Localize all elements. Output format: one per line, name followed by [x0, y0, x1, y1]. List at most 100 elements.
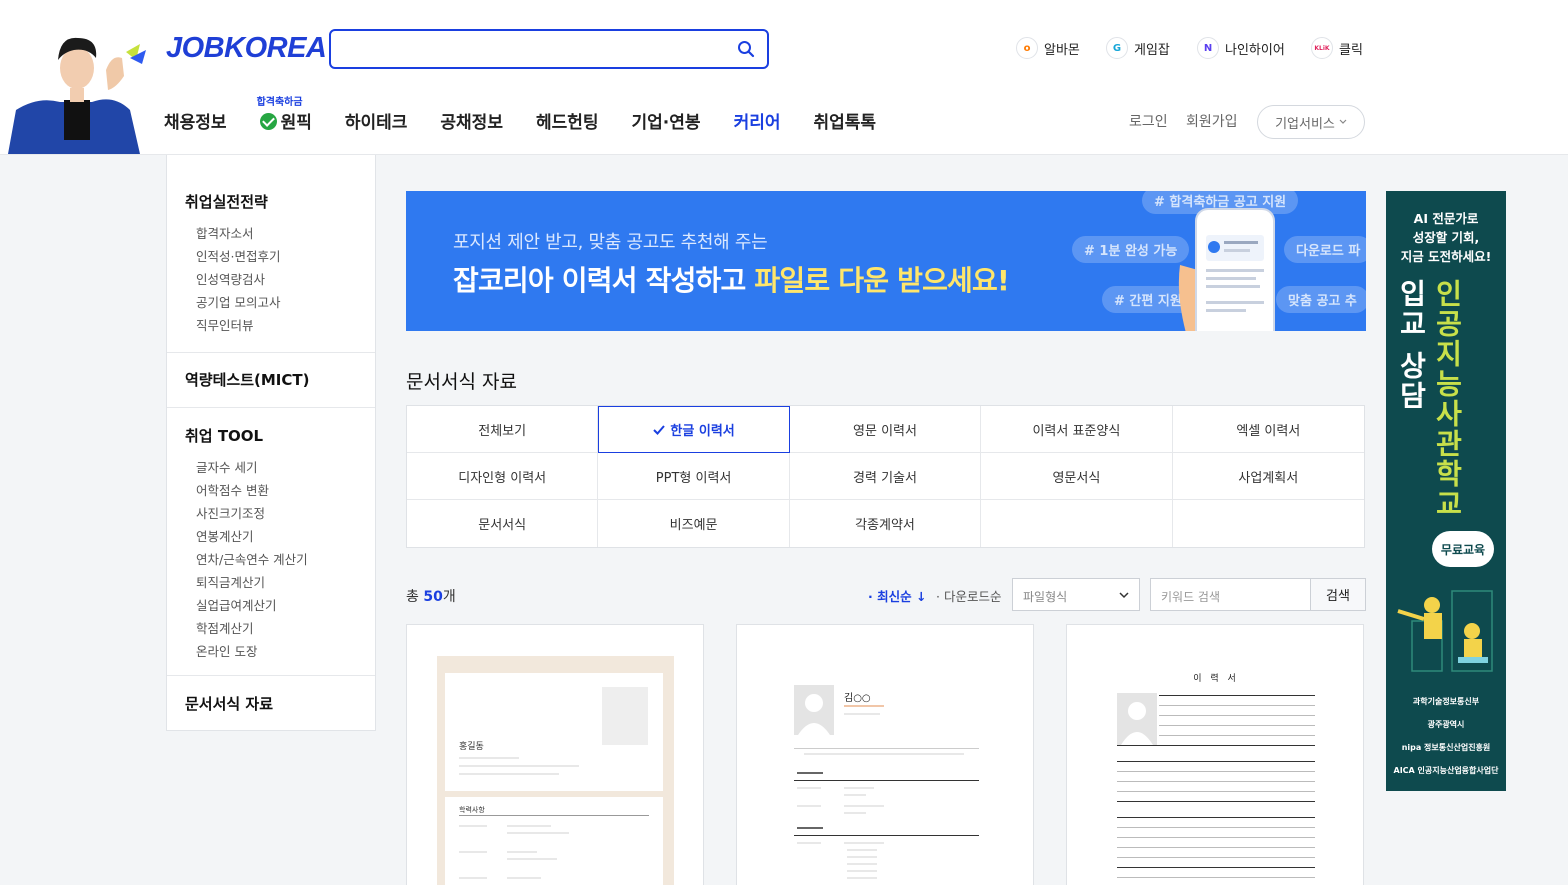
photo-placeholder [1117, 693, 1157, 745]
site-header: JOBKOREA o 알바몬 G 게임잡 N 나인하이어 KLiK 클릭 채용정… [0, 0, 1568, 155]
category-doc-forms[interactable]: 문서서식 [407, 500, 599, 547]
nav-item-company-salary[interactable]: 기업·연봉 [632, 108, 701, 133]
nav-item-public-recruit[interactable]: 공채정보 [440, 108, 503, 133]
sidebar-link[interactable]: 글자수 세기 [185, 456, 375, 479]
sidebar-link[interactable]: 사진크기조정 [185, 502, 375, 525]
template-name: 홍길동 [459, 742, 484, 752]
nav-item-career[interactable]: 커리어 [734, 108, 781, 133]
ad-headline: AI 전문가로 성장할 기회, 지금 도전하세요! [1400, 211, 1492, 264]
keyword-input[interactable]: 키워드 검색 [1150, 578, 1311, 611]
photo-placeholder [602, 687, 648, 745]
banner-subtitle: 포지션 제안 받고, 맞춤 공고도 추천해 주는 [453, 232, 768, 253]
family-site-ninehire[interactable]: N 나인하이어 [1197, 37, 1285, 59]
template-name: 이 력 서 [1193, 674, 1239, 684]
ad-org-msit: 과학기술정보통신부 [1412, 697, 1480, 706]
banner-title: 잡코리아 이력서 작성하고 파일로 다운 받으세요! [453, 264, 1010, 297]
photo-placeholder [794, 685, 834, 735]
family-site-klik[interactable]: KLiK 클릭 [1311, 37, 1363, 59]
sidebar-link[interactable]: 공기업 모의고사 [185, 291, 375, 314]
ad-org-aica: AICA 인공지능산업융합사업단 [1393, 766, 1499, 775]
banner-hashtag: 다운로드 파 [1284, 236, 1366, 263]
arrow-down-icon: ↓ [915, 589, 927, 604]
sidebar-link[interactable]: 합격자소서 [185, 222, 375, 245]
signup-link[interactable]: 회원가입 [1186, 111, 1238, 131]
klik-icon: KLiK [1311, 37, 1333, 59]
ad-vertical-title: 인공지능사관학교 [1431, 279, 1464, 519]
sidebar-link[interactable]: 학점계산기 [185, 617, 375, 640]
keyword-search-button[interactable]: 검색 [1310, 578, 1366, 611]
category-business-plan[interactable]: 사업계획서 [1172, 453, 1364, 500]
page-title: 문서서식 자료 [406, 371, 517, 393]
category-standard-resume[interactable]: 이력서 표준양식 [981, 406, 1173, 453]
login-link[interactable]: 로그인 [1129, 111, 1168, 131]
category-biz-examples[interactable]: 비즈예문 [598, 500, 790, 547]
ad-illustration [1397, 590, 1493, 672]
ad-vertical-subtitle: 입교 상담 [1395, 279, 1428, 411]
resume-banner[interactable]: 포지션 제안 받고, 맞춤 공고도 추천해 주는 잡코리아 이력서 작성하고 파… [406, 191, 1366, 331]
sidebar-link[interactable]: 온라인 도장 [185, 640, 375, 663]
template-card[interactable]: 홍길동 학력사항 [406, 624, 704, 885]
sidebar-section-tools: 취업 TOOL 글자수 세기 어학점수 변환 사진크기조정 연봉계산기 연차/근… [167, 408, 375, 676]
sidebar-section-strategy: 취업실전전략 합격자소서 인적성·면접후기 인성역량검사 공기업 모의고사 직무… [167, 155, 375, 353]
file-type-select[interactable]: 파일형식 [1012, 578, 1140, 611]
category-english-resume[interactable]: 영문 이력서 [789, 406, 982, 453]
sidebar-link[interactable]: 실업급여계산기 [185, 594, 375, 617]
sidebar-link[interactable]: 연차/근속연수 계산기 [185, 548, 375, 571]
sidebar-section-title[interactable]: 문서서식 자료 [185, 693, 375, 714]
nav-item-onepick[interactable]: 합격축하금 원픽 [257, 97, 312, 133]
family-site-albamon[interactable]: o 알바몬 [1016, 37, 1080, 59]
sidebar-section-title[interactable]: 취업 TOOL [185, 425, 375, 446]
nav-item-talk[interactable]: 취업톡톡 [813, 108, 876, 133]
main-nav: 채용정보 합격축하금 원픽 하이테크 공채정보 헤드헌팅 기업·연봉 커리어 취… [164, 97, 909, 133]
category-ppt-resume[interactable]: PPT형 이력서 [598, 453, 790, 500]
template-preview-body: 학력사항 [445, 797, 663, 885]
template-card[interactable]: 이 력 서 [1066, 624, 1364, 885]
sidebar-section-title[interactable]: 역량테스트(MICT) [185, 369, 375, 390]
sidebar: 취업실전전략 합격자소서 인적성·면접후기 인성역량검사 공기업 모의고사 직무… [166, 155, 376, 731]
sidebar-link[interactable]: 퇴직금계산기 [185, 571, 375, 594]
category-career-statement[interactable]: 경력 기술서 [789, 453, 982, 500]
nav-item-jobs[interactable]: 채용정보 [164, 108, 227, 133]
sidebar-link[interactable]: 인적성·면접후기 [185, 245, 375, 268]
chevron-down-icon [1119, 592, 1129, 599]
sidebar-section-documents: 문서서식 자료 [167, 676, 375, 714]
ai-academy-ad[interactable]: AI 전문가로 성장할 기회, 지금 도전하세요! 인공지능사관학교 입교 상담… [1386, 191, 1506, 791]
template-name: 김○○ [844, 693, 871, 704]
category-empty [1172, 500, 1364, 547]
category-excel-resume[interactable]: 엑셀 이력서 [1172, 406, 1364, 453]
nav-item-headhunting[interactable]: 헤드헌팅 [536, 108, 599, 133]
sort-latest[interactable]: · 최신순 ↓ [868, 586, 926, 605]
nav-item-hightech[interactable]: 하이테크 [345, 108, 408, 133]
check-icon [653, 424, 666, 435]
sidebar-link[interactable]: 직무인터뷰 [185, 314, 375, 337]
ninehire-icon: N [1197, 37, 1219, 59]
category-grid: 전체보기 한글 이력서 영문 이력서 이력서 표준양식 엑셀 이력서 디자인형 … [406, 405, 1365, 548]
sort-download[interactable]: · 다운로드순 [936, 586, 1001, 605]
category-design-resume[interactable]: 디자인형 이력서 [407, 453, 599, 500]
family-site-gamejob[interactable]: G 게임잡 [1106, 37, 1170, 59]
category-empty [981, 500, 1173, 547]
ad-free-badge: 무료교육 [1432, 531, 1494, 567]
phone-illustration [1178, 208, 1275, 331]
ad-org-gwangju: 광주광역시 [1427, 720, 1465, 729]
albamon-icon: o [1016, 37, 1038, 59]
category-english-docs[interactable]: 영문서식 [981, 453, 1173, 500]
mascot-image [8, 30, 158, 154]
corp-service-button[interactable]: 기업서비스 [1257, 105, 1365, 139]
template-card[interactable]: 김○○ [736, 624, 1034, 885]
ad-org-nipa: nipa 정보통신산업진흥원 [1401, 743, 1491, 752]
sidebar-link[interactable]: 어학점수 변환 [185, 479, 375, 502]
category-korean-resume[interactable]: 한글 이력서 [598, 406, 790, 453]
total-count: 총 50개 [406, 589, 456, 605]
category-contracts[interactable]: 각종계약서 [790, 500, 982, 547]
sidebar-link[interactable]: 인성역량검사 [185, 268, 375, 291]
jobkorea-logo[interactable]: JOBKOREA [166, 32, 327, 65]
search-input[interactable] [329, 29, 769, 69]
sidebar-section-mict: 역량테스트(MICT) [167, 353, 375, 408]
chevron-down-icon [1339, 119, 1347, 124]
category-all[interactable]: 전체보기 [407, 406, 599, 453]
search-icon[interactable] [737, 40, 755, 58]
sidebar-link[interactable]: 연봉계산기 [185, 525, 375, 548]
sidebar-section-title[interactable]: 취업실전전략 [185, 191, 375, 212]
banner-hashtag: 맞춤 공고 추 [1276, 286, 1366, 313]
